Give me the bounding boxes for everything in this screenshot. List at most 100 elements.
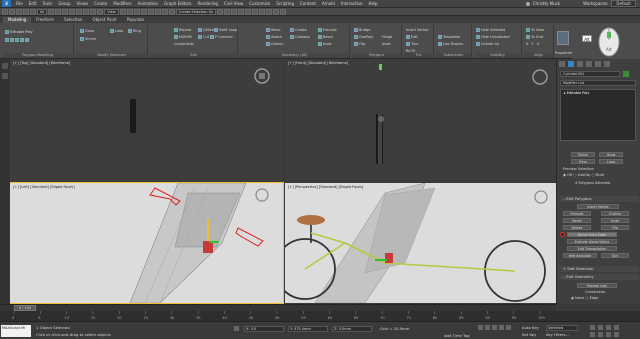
layer-explorer-icon[interactable] <box>231 8 238 15</box>
viewport-perspective[interactable]: [+] [Perspective] [Standard] [Edged Face… <box>285 183 556 303</box>
flip-panel-button[interactable]: Flip <box>601 225 629 230</box>
zoom-icon[interactable] <box>590 325 595 330</box>
qslice-button[interactable]: QSlice <box>198 28 214 32</box>
link-icon[interactable] <box>16 8 22 15</box>
x-coord-field[interactable]: X: 0.0 <box>244 326 284 332</box>
editable-poly-label[interactable]: Editable Poly <box>5 30 33 34</box>
grow-sel-button[interactable]: Grow <box>599 152 623 157</box>
menu-scripting[interactable]: Scripting <box>273 1 297 6</box>
gizmo-x-axis[interactable] <box>209 241 219 243</box>
gizmo-y-axis[interactable] <box>207 219 209 241</box>
percent-snap-icon[interactable] <box>154 8 161 15</box>
extrude-button[interactable]: Extrude <box>318 28 337 32</box>
named-selection-dropdown[interactable]: Create Selection Se <box>175 8 217 15</box>
move-icon[interactable] <box>76 8 83 15</box>
viewport-front[interactable]: [+] [Front] [Standard] [Wireframe] <box>285 59 556 181</box>
ring-button[interactable]: Ring <box>128 29 141 33</box>
polygons-inset-button[interactable]: Inset <box>382 42 391 46</box>
loop-button[interactable]: Loop <box>110 29 123 33</box>
selection-filter-dropdown[interactable]: All <box>37 8 48 15</box>
viewport-left[interactable]: [+] [Left] [Standard] [Edged Faces] <box>9 182 284 304</box>
pan-icon[interactable] <box>598 332 603 337</box>
extrude-panel-button[interactable]: Extrude <box>563 211 591 216</box>
viewport-top[interactable]: [+] [Top] [Standard] [Wireframe] <box>10 59 283 181</box>
front-viewcube-icon[interactable] <box>532 69 548 85</box>
shrink-button[interactable]: Shrink <box>80 37 96 41</box>
tris-edit-button[interactable]: Edit <box>406 35 418 39</box>
maxscript-listener[interactable]: MAXScript Mi <box>1 325 31 337</box>
menu-rendering[interactable]: Rendering <box>195 1 221 6</box>
repeat-button[interactable]: Repeat <box>174 28 191 32</box>
menu-interactive[interactable]: Interactive <box>338 1 366 6</box>
to-grid-button[interactable]: To Grid <box>526 35 543 39</box>
properties-icon[interactable] <box>557 31 569 45</box>
select-by-name-icon[interactable] <box>55 8 62 15</box>
menu-tools[interactable]: Tools <box>39 1 55 6</box>
menu-create[interactable]: Create <box>91 1 110 6</box>
render-production-icon[interactable] <box>280 8 287 15</box>
turn-button[interactable]: Turn <box>406 42 418 46</box>
goto-end-icon[interactable] <box>506 325 511 330</box>
retriangulate-button[interactable]: Retriangulate <box>563 253 597 258</box>
y-coord-field[interactable]: Y: 475.4mm <box>288 326 328 332</box>
app-logo-icon[interactable]: 3 <box>2 0 11 7</box>
to-view-button[interactable]: To View <box>526 28 544 32</box>
nurms-button[interactable]: NURMS <box>174 35 192 39</box>
key-filters-button[interactable]: Key Filters... <box>546 332 569 337</box>
use-displacement-button[interactable]: Use Displac. <box>438 42 465 46</box>
hide-unselected-button[interactable]: Hide Unselected <box>476 35 510 39</box>
auto-key-button[interactable]: Auto Key <box>522 325 539 330</box>
play-icon[interactable] <box>492 325 497 330</box>
display-tab-icon[interactable] <box>595 61 601 67</box>
cut-button[interactable]: Cut <box>198 35 209 39</box>
render-setup-icon[interactable] <box>266 8 273 15</box>
menu-views[interactable]: Views <box>74 1 92 6</box>
perspective-viewcube-icon[interactable] <box>534 190 548 204</box>
pivot-icon[interactable] <box>119 8 126 15</box>
user-icon[interactable] <box>525 1 530 6</box>
zoom-extents-icon[interactable] <box>606 325 611 330</box>
relax-button[interactable]: Relax <box>266 28 281 32</box>
selected-dropdown[interactable]: Selected <box>546 325 578 331</box>
extrude-along-spline-button[interactable]: Extrude Along Spline <box>567 239 617 244</box>
redo-icon[interactable] <box>9 8 15 15</box>
create-button[interactable]: Create <box>290 28 307 32</box>
rendered-frame-icon[interactable] <box>273 8 280 15</box>
detach-button[interactable]: Detach <box>266 42 284 46</box>
bridge-panel-button[interactable]: Bridge <box>563 225 591 230</box>
motion-tab-icon[interactable] <box>586 61 592 67</box>
time-slider[interactable]: 0 / 100 <box>0 304 556 311</box>
gizmo-axis-icon[interactable] <box>379 64 382 70</box>
user-name[interactable]: Christty Musk <box>533 1 560 6</box>
polygon-modeling-label[interactable]: Polygon Modeling <box>2 53 73 58</box>
inset-button[interactable]: Inset <box>318 42 332 46</box>
rotate-icon[interactable] <box>83 8 90 15</box>
flip-button[interactable]: Flip <box>354 42 365 46</box>
menu-group[interactable]: Group <box>55 1 73 6</box>
edit-triangulation-button[interactable]: Edit Triangulation <box>567 246 617 251</box>
select-object-icon[interactable] <box>48 8 55 15</box>
object-name-field[interactable]: Cylinder001 <box>560 71 620 77</box>
edit-geometry-rollout[interactable]: – Edit Geometry <box>559 274 639 280</box>
attach-button[interactable]: Attach <box>266 35 282 39</box>
layout-icon[interactable] <box>2 73 8 79</box>
tessellate-button[interactable]: Tessellate <box>438 35 460 39</box>
material-editor-icon[interactable] <box>259 8 266 15</box>
geopoly-button[interactable]: GeoPoly <box>354 35 373 39</box>
bevel-button[interactable]: Bevel <box>318 35 333 39</box>
hinge-from-edge-button[interactable]: Hinge From Edge <box>567 232 617 237</box>
menu-animation[interactable]: Animation <box>135 1 161 6</box>
hinge-button[interactable]: Hinge <box>382 35 392 39</box>
select-manipulate-icon[interactable] <box>126 8 133 15</box>
swift-loop-button[interactable]: Swift Loop <box>214 28 237 32</box>
modifier-list-dropdown[interactable]: Modifier List <box>560 80 636 86</box>
workspace-dropdown[interactable]: Default <box>611 0 636 7</box>
align-xyz-buttons[interactable]: X Y Z <box>526 42 539 46</box>
edit-polygons-rollout[interactable]: – Edit Polygons <box>559 196 639 202</box>
menu-help[interactable]: Help <box>365 1 380 6</box>
mirror-icon[interactable] <box>217 8 224 15</box>
soft-selection-rollout[interactable]: + Soft Selection <box>559 266 639 272</box>
layout-icon[interactable] <box>2 63 8 69</box>
z-coord-field[interactable]: Z: 0.0mm <box>332 326 372 332</box>
menu-graph-editors[interactable]: Graph Editors <box>161 1 194 6</box>
